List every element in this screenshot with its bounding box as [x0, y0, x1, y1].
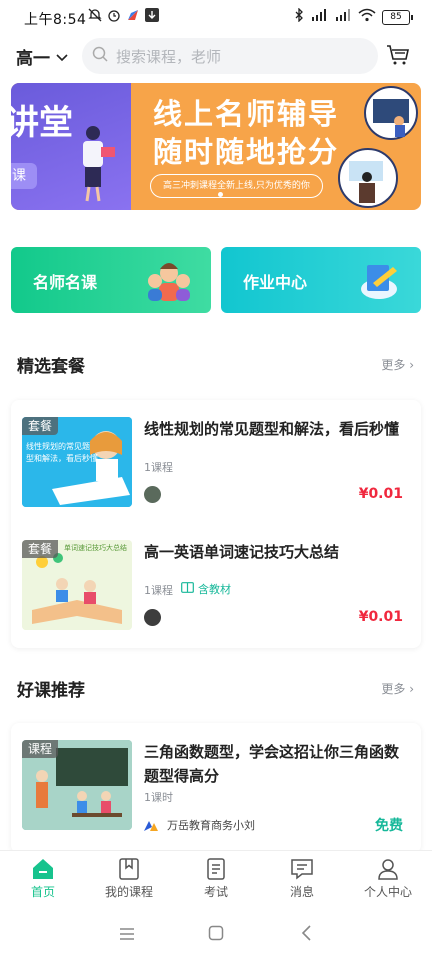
course-title: 高一英语单词速记技巧大总结 [144, 543, 340, 561]
famous-teacher-label: 名师名课 [33, 273, 98, 292]
tab-my-courses-label: 我的课程 [104, 885, 153, 899]
status-bar: 上午8:54 85 [0, 0, 432, 34]
mute-icon [88, 8, 102, 26]
author-logo-icon [144, 816, 158, 835]
course-price: 免费 [375, 818, 403, 834]
recommend-section-title: 好课推荐 [17, 681, 85, 701]
includes-textbook-badge: 含教材 [181, 581, 231, 597]
banner-prev-tag: 课 [11, 163, 37, 189]
teacher-illustration [83, 126, 115, 202]
search-placeholder: 搜索课程，老师 [116, 47, 222, 66]
exam-icon [207, 858, 225, 880]
course-title: 三角函数题型，学会这招让你三角函数题型得高分 [144, 743, 400, 785]
avatar [144, 486, 161, 503]
app-notify-icon [126, 8, 140, 26]
chevron-right-icon: › [409, 682, 414, 696]
svg-text:型和解法，看后秒懂: 型和解法，看后秒懂 [26, 453, 98, 463]
book-icon [119, 858, 139, 880]
system-nav-bar [0, 908, 432, 960]
course-meta: 1课程 [144, 461, 173, 474]
featured-more-link[interactable]: 更多 › [381, 356, 414, 373]
tab-messages-label: 消息 [289, 885, 314, 899]
search-icon [92, 46, 108, 66]
svg-text:单词速记技巧大总结: 单词速记技巧大总结 [64, 543, 127, 552]
includes-textbook-label: 含教材 [198, 583, 231, 596]
status-notification-icons [88, 8, 159, 26]
lecture-illustration [338, 148, 398, 208]
list-item[interactable]: 线性规划的常见题 型和解法，看后秒懂 套餐 线性规划的常见题型和解法，看后秒懂 … [11, 417, 421, 541]
tab-home[interactable]: 首页 [0, 857, 86, 900]
list-item[interactable]: 单词速记技巧大总结 套餐 高一英语单词速记技巧大总结 1课程 含教材 ¥0.01 [11, 540, 421, 664]
package-tag: 套餐 [22, 540, 59, 558]
signal-icon [334, 8, 352, 26]
message-icon [291, 859, 313, 880]
banner-headline-2: 随时随地抢分 [153, 135, 340, 169]
bottom-tab-bar: 首页 我的课程 考试 消息 个人中心 [0, 850, 432, 909]
status-system-icons: 85 [294, 7, 413, 26]
battery-icon: 85 [382, 9, 413, 25]
banner-prev-text: 讲堂 [11, 103, 73, 143]
tab-exam-label: 考试 [203, 885, 228, 899]
user-icon [378, 859, 398, 880]
svg-text:线性规划的常见题: 线性规划的常见题 [26, 441, 90, 451]
banner-page-dot [218, 192, 223, 197]
home-square-icon[interactable] [208, 925, 224, 945]
menu-icon[interactable] [119, 926, 135, 945]
banner-subline: 高三冲刺课程全新上线,只为优秀的你 [150, 174, 323, 198]
course-thumbnail: 单词速记技巧大总结 套餐 [22, 540, 132, 630]
recommend-more-link[interactable]: 更多 › [381, 680, 414, 697]
grade-selector[interactable]: 高一 [16, 44, 68, 69]
alarm-icon [107, 8, 121, 26]
banner-headline-1: 线上名师辅导 [153, 97, 340, 131]
grade-label: 高一 [16, 49, 50, 69]
featured-section-title: 精选套餐 [17, 357, 85, 377]
famous-teacher-entry[interactable]: 名师名课 [11, 247, 211, 313]
list-item[interactable]: 课程 三角函数题型，学会这招让你三角函数题型得高分 1课时 万岳教育商务小刘 免… [11, 740, 421, 864]
recommend-card: 课程 三角函数题型，学会这招让你三角函数题型得高分 1课时 万岳教育商务小刘 免… [11, 723, 421, 853]
course-price: ¥0.01 [358, 609, 403, 625]
home-icon [33, 859, 53, 879]
avatar [144, 609, 161, 626]
search-input[interactable]: 搜索课程，老师 [82, 38, 378, 74]
banner-prev-slide: 讲堂 课 [11, 83, 131, 210]
course-meta: 1课时 [144, 791, 173, 804]
chevron-down-icon [56, 47, 68, 67]
featured-card: 线性规划的常见题 型和解法，看后秒懂 套餐 线性规划的常见题型和解法，看后秒懂 … [11, 400, 421, 648]
board-illustration [364, 86, 418, 140]
book-open-icon [181, 582, 194, 596]
chevron-right-icon: › [409, 358, 414, 372]
tab-home-label: 首页 [30, 885, 55, 899]
homework-icon [361, 265, 397, 299]
wifi-icon [358, 8, 376, 26]
recommend-more-label: 更多 [381, 682, 406, 696]
tab-my-courses[interactable]: 我的课程 [86, 857, 172, 900]
cart-icon[interactable] [386, 44, 410, 70]
promo-banner[interactable]: 讲堂 课 线上名师辅导 随时随地抢分 高三冲刺课程全新上线,只为优秀的你 [11, 83, 421, 210]
course-meta: 1课程 [144, 584, 173, 597]
featured-more-label: 更多 [381, 358, 406, 372]
homework-center-entry[interactable]: 作业中心 [221, 247, 421, 313]
status-time: 上午8:54 [24, 12, 87, 28]
tab-messages[interactable]: 消息 [259, 857, 345, 900]
tab-profile[interactable]: 个人中心 [345, 857, 431, 900]
course-thumbnail: 线性规划的常见题 型和解法，看后秒懂 套餐 [22, 417, 132, 507]
download-icon [145, 8, 159, 26]
package-tag: 套餐 [22, 417, 59, 435]
teachers-icon [148, 263, 190, 301]
bluetooth-icon [294, 7, 304, 26]
back-icon[interactable] [300, 925, 312, 945]
tab-profile-label: 个人中心 [363, 885, 412, 899]
signal-hd-icon [310, 8, 328, 26]
course-title: 线性规划的常见题型和解法，看后秒懂 [144, 420, 400, 438]
course-price: ¥0.01 [358, 486, 403, 502]
course-tag: 课程 [22, 740, 59, 758]
homework-center-label: 作业中心 [243, 273, 308, 292]
course-author: 万岳教育商务小刘 [167, 819, 255, 832]
top-bar: 高一 搜索课程，老师 [0, 36, 432, 76]
tab-exam[interactable]: 考试 [173, 857, 259, 900]
course-thumbnail: 课程 [22, 740, 132, 830]
